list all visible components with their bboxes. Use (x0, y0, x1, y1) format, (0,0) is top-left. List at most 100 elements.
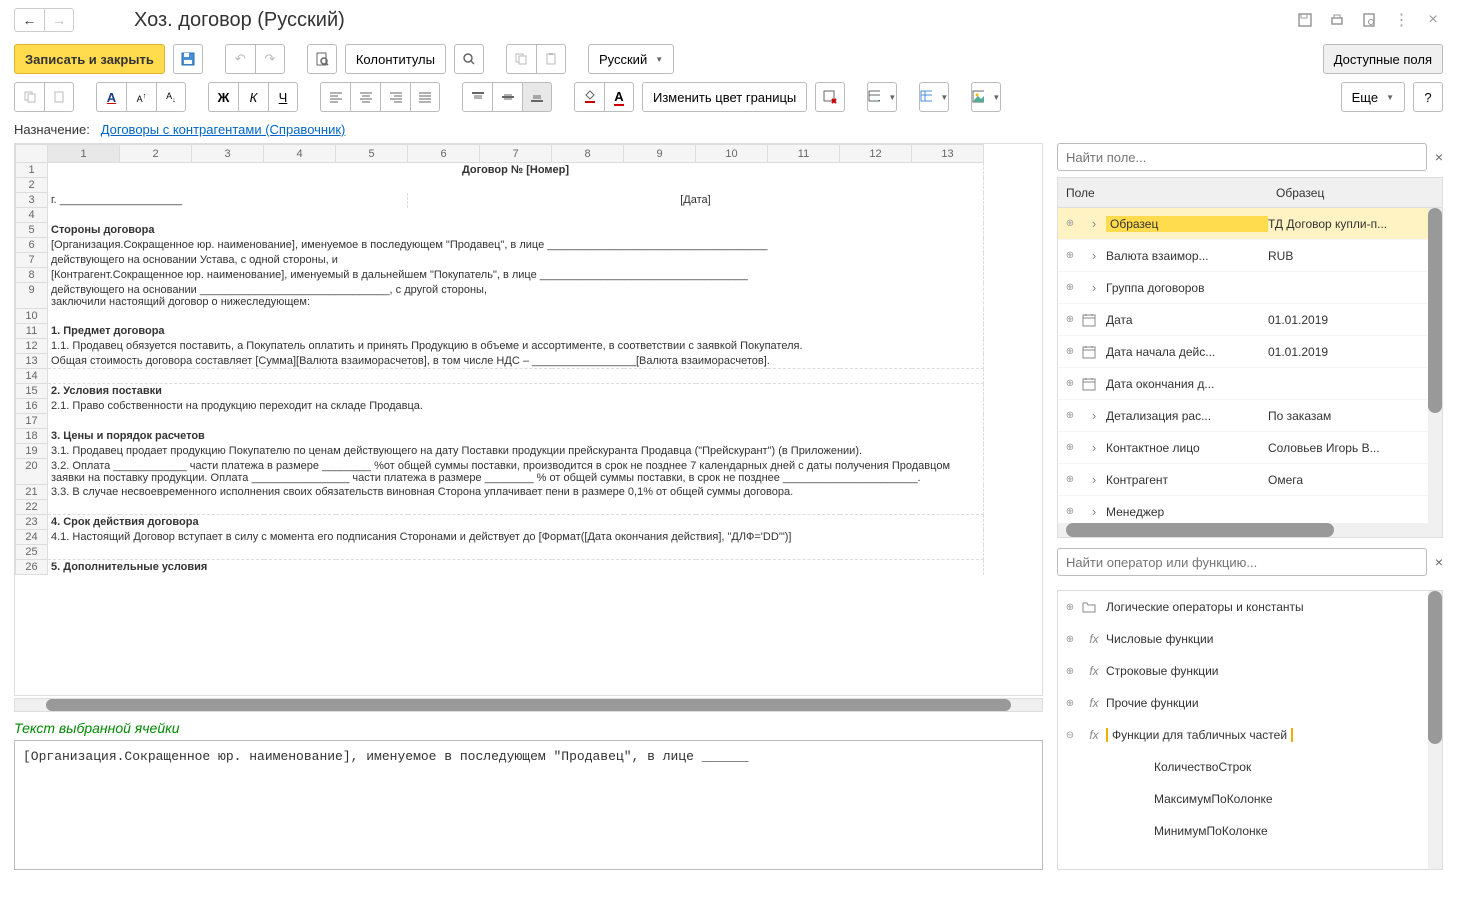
expand-icon[interactable]: ⊕ (1058, 378, 1082, 389)
function-row[interactable]: МинимумПоКолонке (1058, 815, 1428, 847)
cell[interactable]: действующего на основании ______________… (48, 283, 984, 309)
function-row[interactable]: МаксимумПоКолонке (1058, 783, 1428, 815)
col-header[interactable]: 4 (264, 145, 336, 163)
language-dropdown[interactable]: Русский▼ (588, 44, 674, 74)
col-header[interactable]: 2 (120, 145, 192, 163)
more-button[interactable]: Еще▼ (1341, 82, 1405, 112)
help-button[interactable]: ? (1413, 82, 1443, 112)
field-row[interactable]: ⊕Дата01.01.2019 (1058, 304, 1428, 336)
expand-icon[interactable]: ⊕ (1058, 250, 1082, 261)
cell[interactable]: 2. Условия поставки (48, 384, 984, 399)
col-header[interactable]: 7 (480, 145, 552, 163)
italic-button[interactable]: К (238, 82, 268, 112)
paste-button[interactable] (536, 44, 566, 74)
field-row[interactable]: ⊕›Валюта взаимор...RUB (1058, 240, 1428, 272)
nav-forward-button[interactable]: → (44, 8, 74, 32)
find-button[interactable] (454, 44, 484, 74)
expand-icon[interactable]: ⊕ (1058, 410, 1082, 421)
cell[interactable] (48, 545, 984, 560)
headers-footers-button[interactable]: Колонтитулы (345, 44, 446, 74)
close-icon[interactable]: × (1423, 10, 1443, 30)
save-button[interactable] (173, 44, 203, 74)
underline-button[interactable]: Ч (268, 82, 298, 112)
cell[interactable]: 1. Предмет договора (48, 324, 984, 339)
cell[interactable]: 3.2. Оплата ____________ части платежа в… (48, 459, 984, 485)
cell[interactable]: 5. Дополнительные условия (48, 560, 984, 575)
cell[interactable]: 4.1. Настоящий Договор вступает в силу с… (48, 530, 984, 545)
cell[interactable] (48, 208, 984, 223)
expand-icon[interactable]: ⊕ (1058, 282, 1082, 293)
field-row[interactable]: ⊕›КонтрагентОмега (1058, 464, 1428, 496)
expand-icon[interactable]: ⊕ (1058, 218, 1082, 229)
cell[interactable] (48, 309, 984, 324)
image-button[interactable]: ▼ (971, 82, 1001, 112)
col-header[interactable]: 8 (552, 145, 624, 163)
expand-icon[interactable]: ⊕ (1058, 314, 1082, 325)
fields-col-field[interactable]: Поле (1058, 186, 1268, 200)
col-header[interactable]: 12 (840, 145, 912, 163)
cell[interactable]: Стороны договора (48, 223, 984, 238)
purpose-link[interactable]: Договоры с контрагентами (Справочник) (101, 122, 346, 137)
copy2-button[interactable] (14, 82, 44, 112)
field-row[interactable]: ⊕›Детализация рас...По заказам (1058, 400, 1428, 432)
preview-icon[interactable] (1359, 10, 1379, 30)
cell[interactable]: [Дата] (408, 193, 984, 208)
align-center-button[interactable] (350, 82, 380, 112)
expand-icon[interactable]: ⊕ (1058, 666, 1082, 677)
valign-bottom-button[interactable] (522, 82, 552, 112)
field-row[interactable]: ⊕›Менеджер (1058, 496, 1428, 523)
funcs-vscroll[interactable] (1428, 591, 1442, 869)
field-row[interactable]: ⊕›Контактное лицоСоловьев Игорь В... (1058, 432, 1428, 464)
cell[interactable]: 3.3. В случае несвоевременного исполнени… (48, 485, 984, 500)
insert-row-button[interactable]: +▼ (867, 82, 897, 112)
function-row[interactable]: ⊕fxЧисловые функции (1058, 623, 1428, 655)
more-icon[interactable]: ⋮ (1391, 10, 1411, 30)
border-color-button[interactable]: Изменить цвет границы (642, 82, 807, 112)
field-row[interactable]: ⊕Дата окончания д... (1058, 368, 1428, 400)
expand-icon[interactable]: ⊕ (1058, 634, 1082, 645)
copy-button[interactable] (506, 44, 536, 74)
cell[interactable]: 3.1. Продавец продает продукцию Покупате… (48, 444, 984, 459)
cell[interactable]: 1.1. Продавец обязуется поставить, а Пок… (48, 339, 984, 354)
expand-icon[interactable]: ⊕ (1058, 474, 1082, 485)
cell[interactable]: Общая стоимость договора составляет [Сум… (48, 354, 984, 369)
col-header[interactable]: 11 (768, 145, 840, 163)
font-color-button[interactable]: А (96, 82, 126, 112)
cell[interactable] (48, 369, 984, 384)
col-header[interactable]: 5 (336, 145, 408, 163)
expand-icon[interactable]: ⊕ (1058, 506, 1082, 517)
expand-icon[interactable]: ⊕ (1058, 442, 1082, 453)
col-header[interactable]: 9 (624, 145, 696, 163)
col-header[interactable]: 6 (408, 145, 480, 163)
cell[interactable]: 2.1. Право собственности на продукцию пе… (48, 399, 984, 414)
fields-col-sample[interactable]: Образец (1268, 186, 1442, 200)
function-row[interactable]: ⊕Логические операторы и константы (1058, 591, 1428, 623)
paste2-button[interactable] (44, 82, 74, 112)
bold-button[interactable]: Ж (208, 82, 238, 112)
save-close-button[interactable]: Записать и закрыть (14, 44, 165, 74)
table-button[interactable]: ▼ (919, 82, 949, 112)
cell[interactable] (48, 500, 984, 515)
cell[interactable] (48, 414, 984, 429)
col-header[interactable]: 3 (192, 145, 264, 163)
expand-icon[interactable]: ⊕ (1058, 602, 1082, 613)
text-color-button[interactable]: А (604, 82, 634, 112)
align-right-button[interactable] (380, 82, 410, 112)
cell[interactable]: 3. Цены и порядок расчетов (48, 429, 984, 444)
field-row[interactable]: ⊕Дата начала дейс...01.01.2019 (1058, 336, 1428, 368)
fields-close-icon[interactable]: × (1435, 149, 1443, 165)
function-row[interactable]: ⊕fxПрочие функции (1058, 687, 1428, 719)
cell[interactable]: 4. Срок действия договора (48, 515, 984, 530)
available-fields-button[interactable]: Доступные поля (1323, 44, 1443, 74)
function-row[interactable]: КоличествоСтрок (1058, 751, 1428, 783)
valign-top-button[interactable] (462, 82, 492, 112)
field-row[interactable]: ⊕›ОбразецТД Договор купли-п... (1058, 208, 1428, 240)
functions-close-icon[interactable]: × (1435, 554, 1443, 570)
expand-icon[interactable]: ⊕ (1058, 698, 1082, 709)
functions-search-input[interactable] (1057, 548, 1427, 576)
fill-color-button[interactable] (574, 82, 604, 112)
undo-button[interactable]: ↶ (225, 44, 255, 74)
cell[interactable]: Договор № [Номер] (48, 163, 984, 178)
fields-search-input[interactable] (1057, 143, 1427, 171)
font-size-inc-button[interactable]: А↑ (126, 82, 156, 112)
